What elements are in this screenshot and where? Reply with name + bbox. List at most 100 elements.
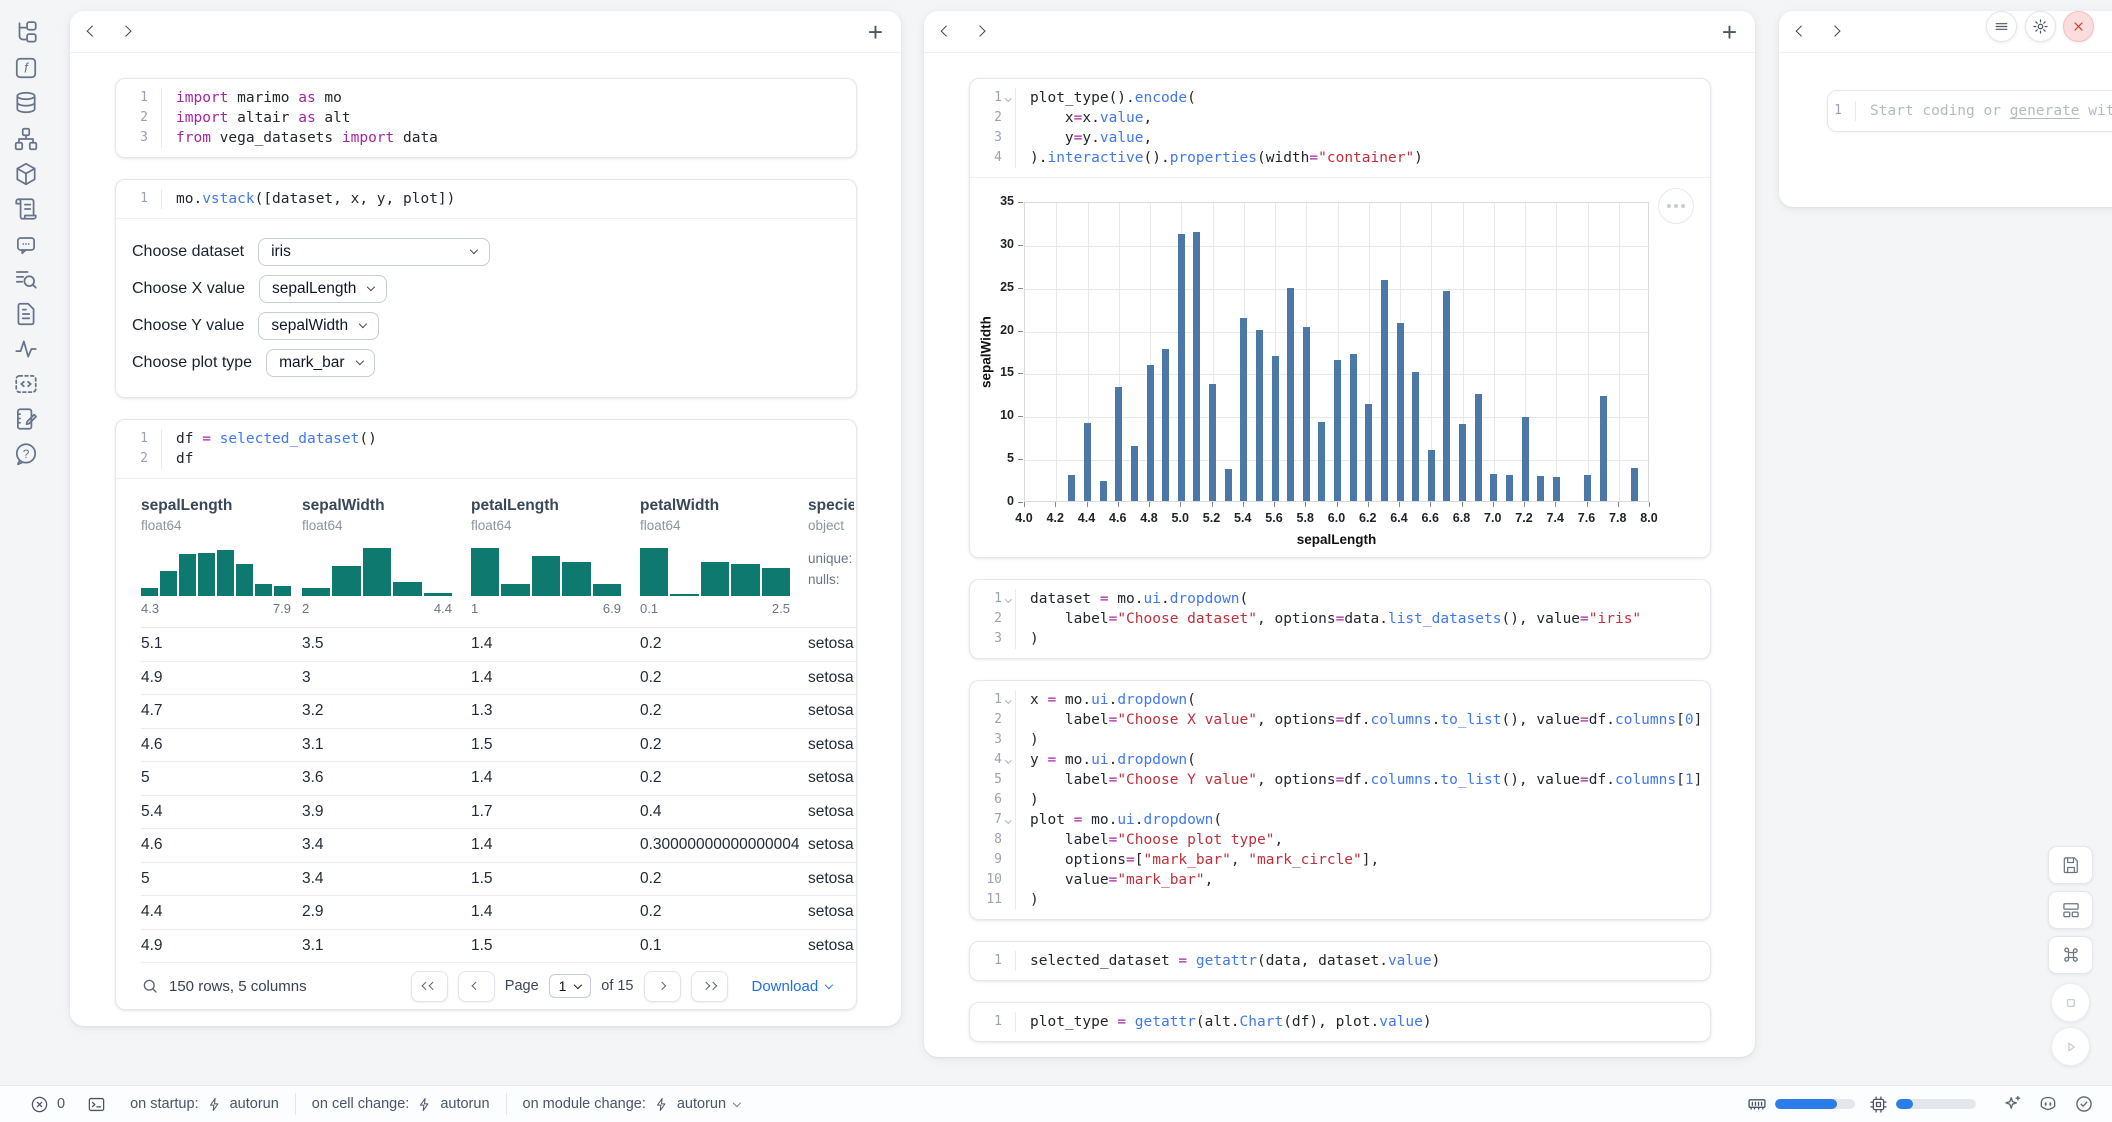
prev-page-button[interactable] [458,971,495,1002]
code-text[interactable]: ) [1016,890,1039,910]
table-row[interactable]: 5.43.91.70.4setosa [141,796,856,830]
column-header-sepalLength[interactable]: sepalLengthfloat644.37.9 [141,497,302,616]
column-prev-icon[interactable] [86,26,98,38]
script-scroll-icon[interactable] [13,196,39,222]
fold-toggle-icon[interactable] [1002,750,1015,770]
terminal-button[interactable] [87,1095,106,1114]
fold-toggle-icon[interactable] [1002,810,1015,830]
table-row[interactable]: 4.63.41.40.30000000000000004setosa [141,829,856,863]
logs-search-icon[interactable] [13,266,39,292]
column-next-icon[interactable] [1829,26,1841,38]
bar[interactable] [1537,476,1544,501]
cell-imports[interactable]: 1import marimo as mo2import altair as al… [115,78,857,158]
dropdown-select-3[interactable]: mark_bar [266,349,375,377]
function-square-icon[interactable]: f [13,55,39,81]
layout-button[interactable] [2048,891,2093,929]
save-button[interactable] [2048,846,2093,884]
bar[interactable] [1631,468,1638,501]
scratchpad-icon[interactable] [13,406,39,432]
table-row[interactable]: 4.931.40.2setosa [141,662,856,696]
tracing-activity-icon[interactable] [13,336,39,362]
cell-plot-type[interactable]: 1plot_type = getattr(alt.Chart(df), plot… [969,1002,1711,1042]
bar[interactable] [1600,396,1607,501]
package-icon[interactable] [13,161,39,187]
code-text[interactable]: plot = mo.ui.dropdown( [1016,810,1222,830]
bar[interactable] [1068,475,1075,501]
chat-bot-icon[interactable] [13,231,39,257]
code-text[interactable]: ) [1016,730,1039,750]
stop-button[interactable] [2051,983,2090,1022]
file-tree-icon[interactable] [13,20,39,46]
fold-toggle-icon[interactable] [1002,88,1015,108]
bar[interactable] [1115,387,1122,501]
generate-link[interactable]: generate [2010,103,2080,119]
dependency-graph-icon[interactable] [13,126,39,152]
bar[interactable] [1287,288,1294,501]
chart-actions-menu-icon[interactable] [1658,188,1694,224]
bar[interactable] [1412,372,1419,501]
page-select[interactable]: 1 [549,974,592,998]
code-text[interactable]: label="Choose dataset", options=data.lis… [1016,609,1641,629]
code-text[interactable]: x=x.value, [1016,108,1152,128]
connection-status[interactable] [2074,1094,2094,1114]
bar[interactable] [1256,330,1263,501]
code-text[interactable]: ) [1016,629,1039,649]
bar[interactable] [1084,423,1091,501]
code-text[interactable]: options=["mark_bar", "mark_circle"], [1016,850,1379,870]
ai-assist-button[interactable] [2002,1094,2022,1114]
code-editor-placeholder[interactable]: Start coding or generate with [1856,101,2112,121]
code-text[interactable]: import altair as alt [162,108,351,128]
column-header-sepalWidth[interactable]: sepalWidthfloat6424.4 [302,497,471,616]
bar[interactable] [1350,354,1357,501]
column-header-petalWidth[interactable]: petalWidthfloat640.12.5 [640,497,808,616]
bar[interactable] [1303,327,1310,501]
close-button[interactable] [2063,11,2094,42]
add-column-icon[interactable]: + [868,19,883,45]
code-text[interactable]: from vega_datasets import data [162,128,438,148]
code-text[interactable]: mo.vstack([dataset, x, y, plot]) [162,189,455,209]
code-text[interactable]: dataset = mo.ui.dropdown( [1016,589,1248,609]
table-row[interactable]: 53.61.40.2setosa [141,762,856,796]
document-icon[interactable] [13,301,39,327]
table-row[interactable]: 4.93.11.50.1setosa [141,930,856,964]
add-column-icon[interactable]: + [1722,19,1737,45]
column-next-icon[interactable] [974,26,986,38]
empty-code-cell[interactable]: 1 Start coding or generate with [1827,90,2112,132]
bar[interactable] [1506,475,1513,501]
search-icon[interactable] [141,977,159,995]
bar[interactable] [1490,474,1497,501]
cell-vstack[interactable]: 1mo.vstack([dataset, x, y, plot]) Choose… [115,179,857,398]
bar[interactable] [1522,417,1529,501]
on-startup-setting[interactable]: on startup: autorun [130,1096,279,1112]
database-icon[interactable] [13,90,39,116]
error-indicator[interactable]: 0 [30,1095,65,1114]
bar[interactable] [1225,469,1232,501]
code-text[interactable]: selected_dataset = getattr(data, dataset… [1016,951,1440,971]
bar[interactable] [1334,360,1341,501]
chart-plot-area[interactable] [1024,202,1649,502]
code-text[interactable]: label="Choose X value", options=df.colum… [1016,710,1702,730]
fold-toggle-icon[interactable] [1002,589,1015,609]
bar[interactable] [1162,349,1169,501]
cell-plot[interactable]: 1plot_type().encode(2 x=x.value,3 y=y.va… [969,78,1711,558]
bar[interactable] [1318,422,1325,501]
bar[interactable] [1209,384,1216,501]
next-page-button[interactable] [644,971,681,1002]
bar[interactable] [1131,446,1138,501]
bar[interactable] [1397,323,1404,501]
bar[interactable] [1459,424,1466,501]
bar[interactable] [1443,291,1450,501]
bar[interactable] [1193,232,1200,501]
code-text[interactable]: label="Choose plot type", [1016,830,1283,850]
table-row[interactable]: 5.13.51.40.2setosa [141,628,856,662]
bar[interactable] [1475,394,1482,501]
last-page-button[interactable] [691,971,728,1002]
code-text[interactable]: y = mo.ui.dropdown( [1016,750,1196,770]
code-text[interactable]: ).interactive().properties(width="contai… [1016,148,1423,168]
code-text[interactable]: y=y.value, [1016,128,1152,148]
column-prev-icon[interactable] [1795,26,1807,38]
table-row[interactable]: 4.63.11.50.2setosa [141,729,856,763]
bar[interactable] [1553,477,1560,501]
bar[interactable] [1240,318,1247,501]
dropdown-select-2[interactable]: sepalWidth [258,312,378,340]
